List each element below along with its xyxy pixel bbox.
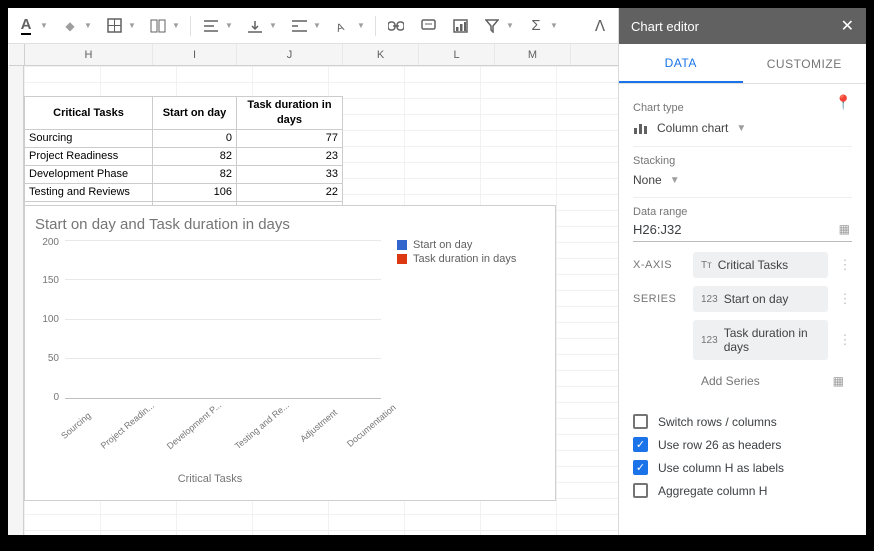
more-icon[interactable]: ⋮ (838, 291, 852, 307)
data-range-input[interactable] (633, 218, 852, 242)
svg-text:A: A (336, 20, 346, 32)
table-row: Project Readiness8223 (25, 148, 343, 166)
valign-button[interactable] (241, 13, 269, 39)
chevron-down-icon: ▼ (736, 123, 746, 134)
more-icon[interactable]: ⋮ (838, 257, 852, 273)
series-label: SERIES (633, 293, 683, 305)
halign-dropdown[interactable]: ▼ (225, 21, 237, 30)
chart-type-select[interactable]: Column chart ▼ (633, 114, 852, 147)
toolbar: A ▼ ◆ ▼ ▼ ▼ ▼ ▼ ▼ A ▼ ▼ Σ ▼ ᐱ (8, 8, 618, 44)
col-header[interactable]: J (237, 44, 343, 65)
stacking-select[interactable]: None ▼ (633, 167, 852, 198)
fill-color-dropdown[interactable]: ▼ (84, 21, 96, 30)
chart-plot: 200 150 100 50 0 (35, 237, 385, 487)
add-series-button[interactable]: Add Series ▦ (693, 368, 852, 394)
panel-header: Chart editor ✕ (619, 8, 866, 44)
valign-dropdown[interactable]: ▼ (269, 21, 281, 30)
chart-button[interactable] (446, 13, 474, 39)
col-header[interactable]: I (153, 44, 237, 65)
header-cell[interactable]: Task duration in days (237, 97, 343, 130)
table-row: Sourcing077 (25, 130, 343, 148)
x-axis-label: X-AXIS (633, 259, 683, 271)
borders-dropdown[interactable]: ▼ (128, 21, 140, 30)
text-color-dropdown[interactable]: ▼ (40, 21, 52, 30)
use-row-headers-checkbox[interactable]: ✓ (633, 437, 648, 452)
table-row: Development Phase8233 (25, 166, 343, 184)
comment-button[interactable] (414, 13, 442, 39)
aggregate-checkbox[interactable] (633, 483, 648, 498)
x-axis-title: Critical Tasks (35, 473, 385, 485)
header-cell[interactable]: Critical Tasks (25, 97, 153, 130)
chart-legend: Start on day Task duration in days (385, 237, 545, 487)
chart-editor-panel: Chart editor ✕ DATA CUSTOMIZE Chart type… (618, 8, 866, 535)
use-col-labels-checkbox[interactable]: ✓ (633, 460, 648, 475)
fill-color-button[interactable]: ◆ (56, 13, 84, 39)
grid-select-icon: ▦ (833, 374, 844, 388)
series-chip[interactable]: 123Task duration in days (693, 320, 828, 360)
grid-select-icon[interactable]: ▦ (839, 222, 850, 236)
switch-rows-cols-checkbox[interactable] (633, 414, 648, 429)
close-icon[interactable]: ✕ (841, 16, 854, 36)
merge-button[interactable] (144, 13, 172, 39)
pin-icon[interactable]: 📍 (835, 94, 852, 111)
link-button[interactable] (382, 13, 410, 39)
number-type-icon: 123 (701, 335, 718, 346)
wrap-button[interactable] (285, 13, 313, 39)
halign-button[interactable] (197, 13, 225, 39)
data-range-label: Data range (633, 206, 852, 218)
col-header[interactable]: K (343, 44, 419, 65)
embedded-chart[interactable]: Start on day and Task duration in days 2… (24, 205, 556, 501)
collapse-toolbar-button[interactable]: ᐱ (586, 13, 614, 39)
column-chart-icon (633, 120, 649, 136)
text-type-icon: Tᴛ (701, 260, 712, 271)
wrap-dropdown[interactable]: ▼ (313, 21, 325, 30)
table-row: Testing and Reviews10622 (25, 184, 343, 202)
rotate-button[interactable]: A (329, 13, 357, 39)
stacking-label: Stacking (633, 155, 852, 167)
select-all-corner[interactable] (9, 44, 25, 65)
spreadsheet-grid[interactable]: Critical Tasks Start on day Task duratio… (24, 66, 618, 535)
col-header[interactable]: H (25, 44, 153, 65)
number-type-icon: 123 (701, 294, 718, 305)
panel-title: Chart editor (631, 19, 699, 34)
text-color-button[interactable]: A (12, 13, 40, 39)
functions-dropdown[interactable]: ▼ (550, 21, 562, 30)
filter-button[interactable] (478, 13, 506, 39)
chart-type-label: Chart type (633, 102, 835, 114)
header-cell[interactable]: Start on day (153, 97, 237, 130)
more-icon[interactable]: ⋮ (838, 332, 852, 348)
functions-button[interactable]: Σ (522, 13, 550, 39)
x-axis-chip[interactable]: TᴛCritical Tasks (693, 252, 828, 278)
rotate-dropdown[interactable]: ▼ (357, 21, 369, 30)
column-headers: H I J K L M (9, 44, 618, 66)
col-header[interactable]: L (419, 44, 495, 65)
chevron-down-icon: ▼ (670, 175, 680, 186)
col-header[interactable]: M (495, 44, 571, 65)
tab-data[interactable]: DATA (619, 44, 743, 83)
merge-dropdown[interactable]: ▼ (172, 21, 184, 30)
tab-customize[interactable]: CUSTOMIZE (743, 44, 867, 83)
chart-title: Start on day and Task duration in days (35, 216, 545, 233)
series-chip[interactable]: 123Start on day (693, 286, 828, 312)
row-gutter (8, 66, 24, 535)
filter-dropdown[interactable]: ▼ (506, 21, 518, 30)
borders-button[interactable] (100, 13, 128, 39)
